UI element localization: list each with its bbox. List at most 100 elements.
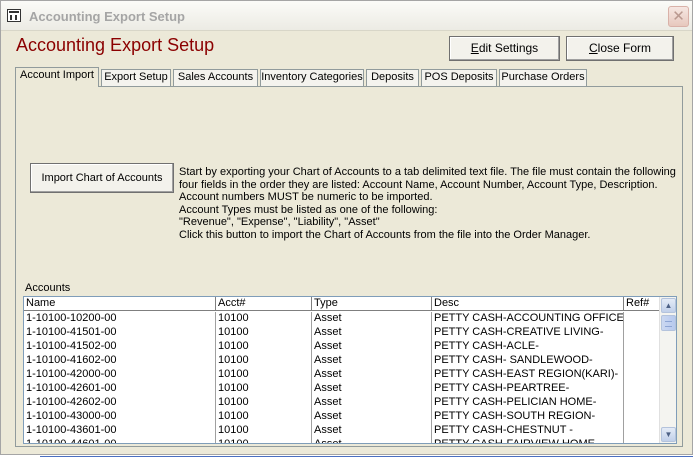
cell-name: 1-10100-41602-00: [24, 354, 216, 368]
column-header-name[interactable]: Name: [24, 297, 216, 311]
cell-desc: PETTY CASH-ACCOUNTING OFFICE-: [434, 312, 624, 326]
cell-type: Asset: [312, 340, 432, 354]
scroll-up-icon[interactable]: ▲: [661, 298, 676, 313]
table-row[interactable]: 1-10100-43601-00 10100 Asset PETTY CASH-CHE…: [24, 424, 660, 438]
cell-ref: [624, 396, 660, 410]
table-row[interactable]: 1-10100-41501-00 10100 Asset PETTY CASH-CRE…: [24, 326, 660, 340]
cell-acct: 10100: [216, 396, 312, 410]
cell-acct: 10100: [216, 410, 312, 424]
cell-ref: [624, 410, 660, 424]
cell-acct: 10100: [216, 382, 312, 396]
instruction-line: Account numbers MUST be numeric to be im…: [179, 191, 433, 203]
form-icon: [7, 9, 21, 22]
cell-name: 1-10100-43601-00: [24, 424, 216, 438]
cell-type: Asset: [312, 368, 432, 382]
table-row[interactable]: 1-10100-44601-00 10100 Asset PETTY CASH-FAI…: [24, 438, 660, 443]
cell-type: Asset: [312, 312, 432, 326]
close-form-hotkey: C: [588, 41, 598, 55]
tab-deposits[interactable]: Deposits: [366, 69, 419, 86]
cell-name: 1-10100-42000-00: [24, 368, 216, 382]
accounts-list[interactable]: Name Acct# Type Desc Ref# 1-10100-10200-…: [23, 296, 677, 444]
window-title: Accounting Export Setup: [29, 9, 185, 24]
cell-type: Asset: [312, 354, 432, 368]
table-row[interactable]: 1-10100-41502-00 10100 Asset PETTY CASH-ACL…: [24, 340, 660, 354]
table-row[interactable]: 1-10100-42000-00 10100 Asset PETTY CASH-EAS…: [24, 368, 660, 382]
table-row[interactable]: 1-10100-10200-00 10100 Asset PETTY CASH-ACC…: [24, 312, 660, 326]
cell-type: Asset: [312, 326, 432, 340]
edit-settings-label: dit Settings: [478, 41, 539, 55]
cell-type: Asset: [312, 396, 432, 410]
column-header-type[interactable]: Type: [312, 297, 432, 311]
cell-desc: PETTY CASH- SANDLEWOOD-: [432, 354, 624, 368]
cell-type: Asset: [312, 438, 432, 443]
cell-ref: [624, 382, 660, 396]
cell-name: 1-10100-41502-00: [24, 340, 216, 354]
cell-desc: PETTY CASH-PELICIAN HOME-: [432, 396, 624, 410]
tab-account-import[interactable]: Account Import: [15, 67, 99, 87]
tab-export-setup[interactable]: Export Setup: [101, 69, 171, 86]
accounts-label: Accounts: [25, 282, 71, 294]
cell-name: 1-10100-10200-00: [24, 312, 216, 326]
column-header-acct[interactable]: Acct#: [216, 297, 312, 311]
instruction-line: Start by exporting your Chart of Account…: [179, 166, 676, 178]
edit-settings-button[interactable]: Edit Settings: [449, 36, 560, 61]
cell-acct: 10100: [216, 354, 312, 368]
table-row[interactable]: 1-10100-43000-00 10100 Asset PETTY CASH-SOU…: [24, 410, 660, 424]
cell-ref: [624, 438, 660, 443]
cell-desc: PETTY CASH-SOUTH REGION-: [432, 410, 624, 424]
close-form-button[interactable]: Close Form: [566, 36, 674, 61]
cell-ref: [624, 312, 660, 326]
cell-desc: PETTY CASH-EAST REGION(KARI)-: [432, 368, 624, 382]
table-row[interactable]: 1-10100-41602-00 10100 Asset PETTY CASH- SA…: [24, 354, 660, 368]
cell-acct: 10100: [216, 368, 312, 382]
cell-name: 1-10100-42601-00: [24, 382, 216, 396]
cell-desc: PETTY CASH-CHESTNUT -: [432, 424, 624, 438]
cell-name: 1-10100-41501-00: [24, 326, 216, 340]
tab-sales-accounts[interactable]: Sales Accounts: [173, 69, 258, 86]
cell-ref: [624, 368, 660, 382]
cell-name: 1-10100-43000-00: [24, 410, 216, 424]
cell-ref: [624, 340, 660, 354]
taskbar-edge: [40, 456, 693, 457]
import-chart-of-accounts-button[interactable]: Import Chart of Accounts: [30, 163, 174, 193]
close-form-label: lose Form: [597, 41, 651, 55]
instruction-line: four fields in the order they are listed…: [179, 178, 658, 191]
scroll-down-icon[interactable]: ▼: [661, 427, 676, 442]
cell-desc: PETTY CASH-ACLE-: [432, 340, 624, 354]
cell-type: Asset: [312, 424, 432, 438]
cell-acct: 10100: [216, 424, 312, 438]
import-instructions: Start by exporting your Chart of Account…: [179, 166, 679, 241]
edit-settings-hotkey: E: [470, 41, 479, 55]
tab-inventory-categories[interactable]: Inventory Categories: [260, 69, 364, 86]
cell-ref: [624, 354, 660, 368]
cell-name: 1-10100-42602-00: [24, 396, 216, 410]
table-row[interactable]: 1-10100-42602-00 10100 Asset PETTY CASH-PEL…: [24, 396, 660, 410]
app-window: Accounting Export Setup ✕ Accounting Exp…: [0, 0, 693, 455]
table-row[interactable]: 1-10100-42601-00 10100 Asset PETTY CASH-PEA…: [24, 382, 660, 396]
cell-ref: [624, 424, 660, 438]
cell-acct: 10100: [216, 340, 312, 354]
accounts-list-header: Name Acct# Type Desc Ref#: [24, 297, 660, 311]
cell-acct: 10100: [216, 438, 312, 443]
instruction-line: Click this button to import the Chart of…: [179, 228, 591, 241]
cell-desc: PETTY CASH-PEARTREE-: [432, 382, 624, 396]
tab-purchase-orders[interactable]: Purchase Orders: [499, 69, 587, 86]
cell-type: Asset: [312, 382, 432, 396]
cell-type: Asset: [312, 410, 432, 424]
cell-ref: [624, 326, 660, 340]
cell-acct: 10100: [216, 326, 312, 340]
tab-pos-deposits[interactable]: POS Deposits: [421, 69, 497, 86]
cell-acct: 10100: [216, 312, 312, 326]
form-title: Accounting Export Setup: [16, 35, 215, 55]
cell-name: 1-10100-44601-00: [24, 438, 216, 443]
instruction-line: Account Types must be listed as one of t…: [179, 203, 438, 216]
window-close-button[interactable]: ✕: [668, 6, 689, 27]
scroll-thumb[interactable]: [661, 315, 676, 331]
column-header-desc[interactable]: Desc: [432, 297, 624, 311]
vertical-scrollbar[interactable]: ▲ ▼: [659, 297, 676, 443]
cell-desc: PETTY CASH-CREATIVE LIVING-: [432, 326, 624, 340]
instruction-line: "Revenue", "Expense", "Liability", "Asse…: [179, 216, 380, 228]
cell-desc: PETTY CASH-FAIRVIEW HOME-: [432, 438, 624, 443]
title-bar: Accounting Export Setup ✕: [1, 1, 692, 31]
column-header-ref[interactable]: Ref#: [624, 297, 660, 311]
